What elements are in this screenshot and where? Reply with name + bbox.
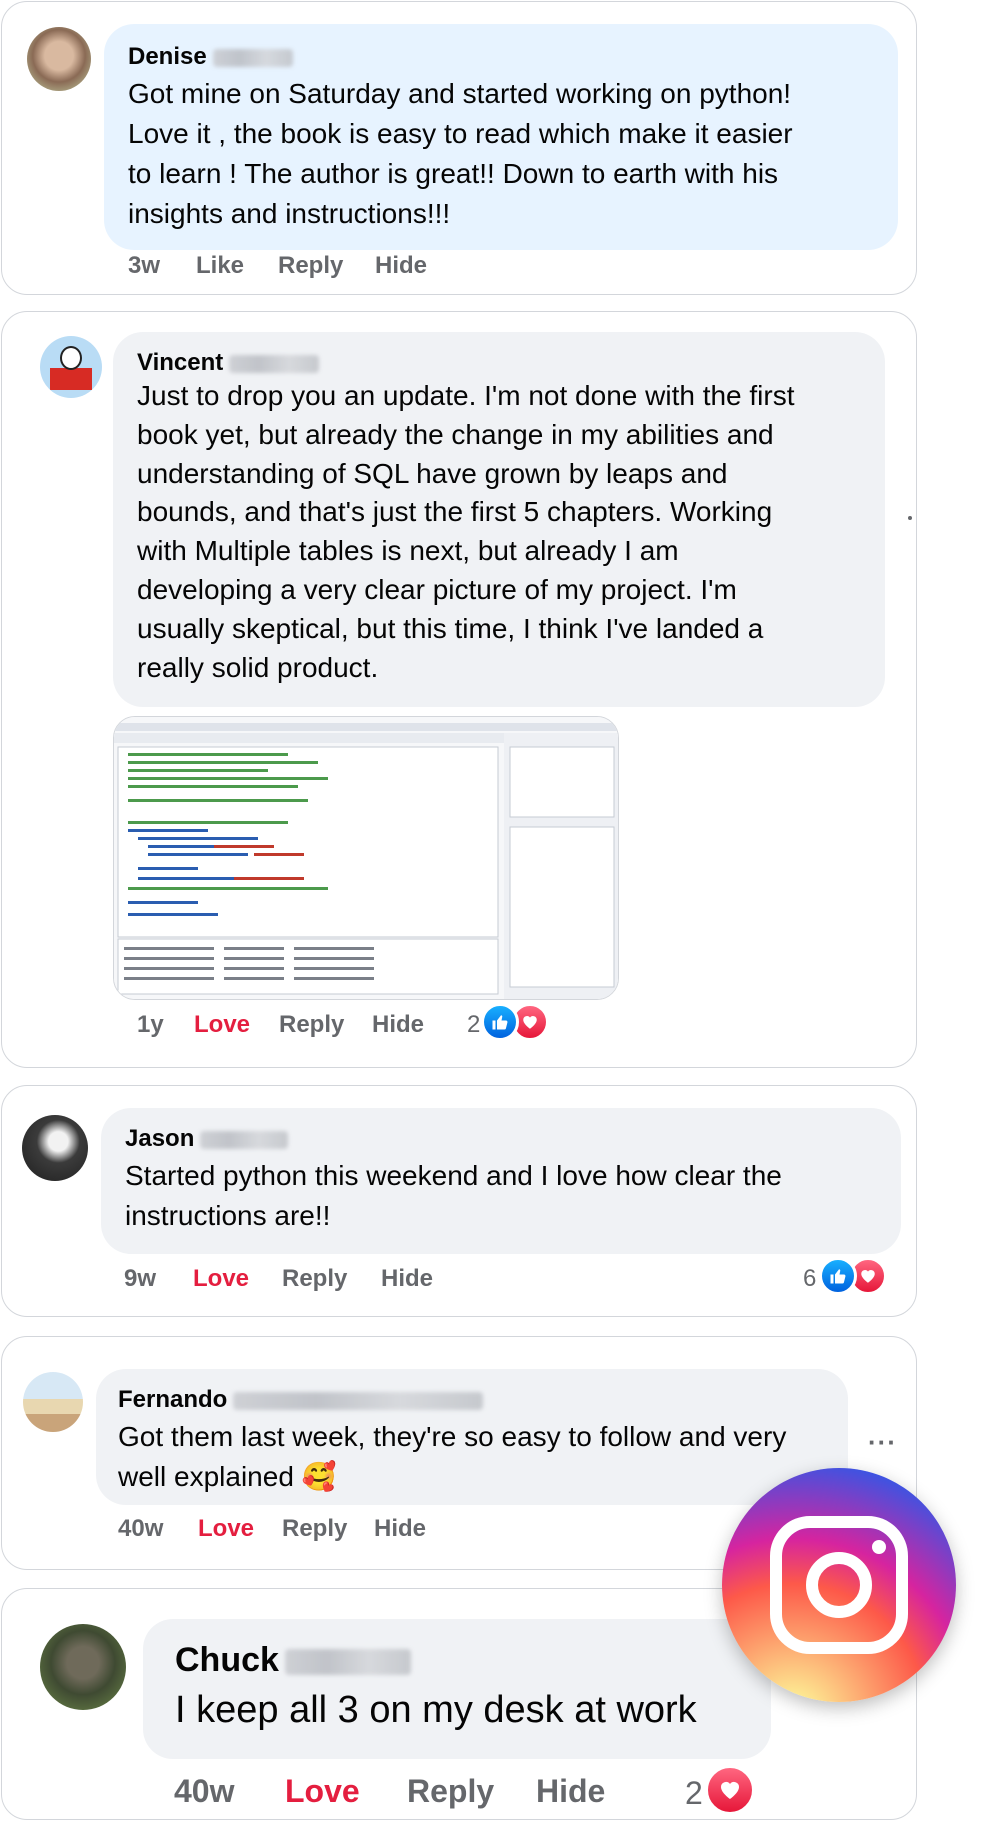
comment-text: I keep all 3 on my desk at work xyxy=(175,1689,697,1731)
reply-button[interactable]: Reply xyxy=(278,252,343,280)
hide-button[interactable]: Hide xyxy=(381,1265,433,1293)
avatar[interactable] xyxy=(22,1115,88,1181)
blurred-surname xyxy=(284,1649,411,1676)
reply-button[interactable]: Reply xyxy=(282,1515,347,1543)
like-icon xyxy=(481,1003,519,1041)
reaction-summary[interactable]: 2 xyxy=(685,1765,765,1817)
hide-button[interactable]: Hide xyxy=(374,1515,426,1543)
avatar[interactable] xyxy=(40,336,102,398)
avatar[interactable] xyxy=(23,1372,83,1432)
commenter-name[interactable]: Fernando xyxy=(118,1386,484,1414)
commenter-name[interactable]: Vincent xyxy=(137,349,320,377)
instagram-flash-dot xyxy=(872,1540,886,1554)
love-button[interactable]: Love xyxy=(285,1773,360,1810)
avatar-figure-top xyxy=(60,346,82,370)
commenter-name[interactable]: Denise xyxy=(128,43,293,71)
like-button[interactable]: Like xyxy=(196,252,244,280)
instagram-lens xyxy=(806,1552,872,1618)
dot-marker xyxy=(908,516,912,520)
timestamp[interactable]: 40w xyxy=(174,1773,234,1810)
reaction-summary[interactable]: 2 xyxy=(467,1003,557,1043)
avatar[interactable] xyxy=(27,27,91,91)
love-button[interactable]: Love xyxy=(194,1011,250,1039)
love-icon xyxy=(705,1765,755,1815)
avatar-figure xyxy=(50,368,92,390)
comment-bubble: Fernando Got them last week, they're so … xyxy=(96,1369,848,1505)
reaction-count: 2 xyxy=(685,1775,703,1811)
blurred-surname xyxy=(212,48,293,67)
comment-card-jason: Jason Started python this weekend and I … xyxy=(1,1085,917,1317)
reaction-count: 2 xyxy=(467,1011,481,1038)
comment-bubble: Chuck I keep all 3 on my desk at work xyxy=(143,1619,771,1759)
comment-bubble: Denise Got mine on Saturday and started … xyxy=(104,24,898,250)
comment-text: Started python this weekend and I love h… xyxy=(125,1160,782,1231)
comment-card-vincent: Vincent Just to drop you an update. I'm … xyxy=(1,311,917,1068)
reply-button[interactable]: Reply xyxy=(282,1265,347,1293)
timestamp[interactable]: 1y xyxy=(137,1011,164,1039)
comment-bubble: Vincent Just to drop you an update. I'm … xyxy=(113,332,885,707)
attached-screenshot[interactable] xyxy=(113,716,619,1000)
comment-bubble: Jason Started python this weekend and I … xyxy=(101,1108,901,1254)
reply-button[interactable]: Reply xyxy=(407,1773,494,1810)
avatar[interactable] xyxy=(40,1624,126,1710)
comment-text: Got them last week, they're so easy to f… xyxy=(118,1421,787,1492)
blurred-surname xyxy=(229,354,320,373)
timestamp[interactable]: 40w xyxy=(118,1515,163,1543)
reply-button[interactable]: Reply xyxy=(279,1011,344,1039)
comment-card-denise: Denise Got mine on Saturday and started … xyxy=(1,1,917,295)
hide-button[interactable]: Hide xyxy=(375,252,427,280)
timestamp[interactable]: 3w xyxy=(128,252,160,280)
code-editor-image xyxy=(114,717,618,999)
love-button[interactable]: Love xyxy=(193,1265,249,1293)
hide-button[interactable]: Hide xyxy=(372,1011,424,1039)
reaction-summary[interactable]: 6 xyxy=(803,1257,899,1297)
blurred-surname xyxy=(233,1391,484,1410)
comment-text: Got mine on Saturday and started working… xyxy=(128,78,793,229)
comment-text: Just to drop you an update. I'm not done… xyxy=(137,380,795,683)
instagram-logo xyxy=(722,1468,956,1702)
commenter-name[interactable]: Jason xyxy=(125,1125,289,1153)
commenter-name[interactable]: Chuck xyxy=(175,1641,411,1680)
blurred-surname xyxy=(200,1130,289,1149)
like-icon xyxy=(819,1257,857,1295)
reaction-count: 6 xyxy=(803,1265,817,1292)
love-button[interactable]: Love xyxy=(198,1515,254,1543)
timestamp[interactable]: 9w xyxy=(124,1265,156,1293)
hide-button[interactable]: Hide xyxy=(536,1773,605,1810)
more-options-icon[interactable]: ··· xyxy=(868,1427,897,1458)
